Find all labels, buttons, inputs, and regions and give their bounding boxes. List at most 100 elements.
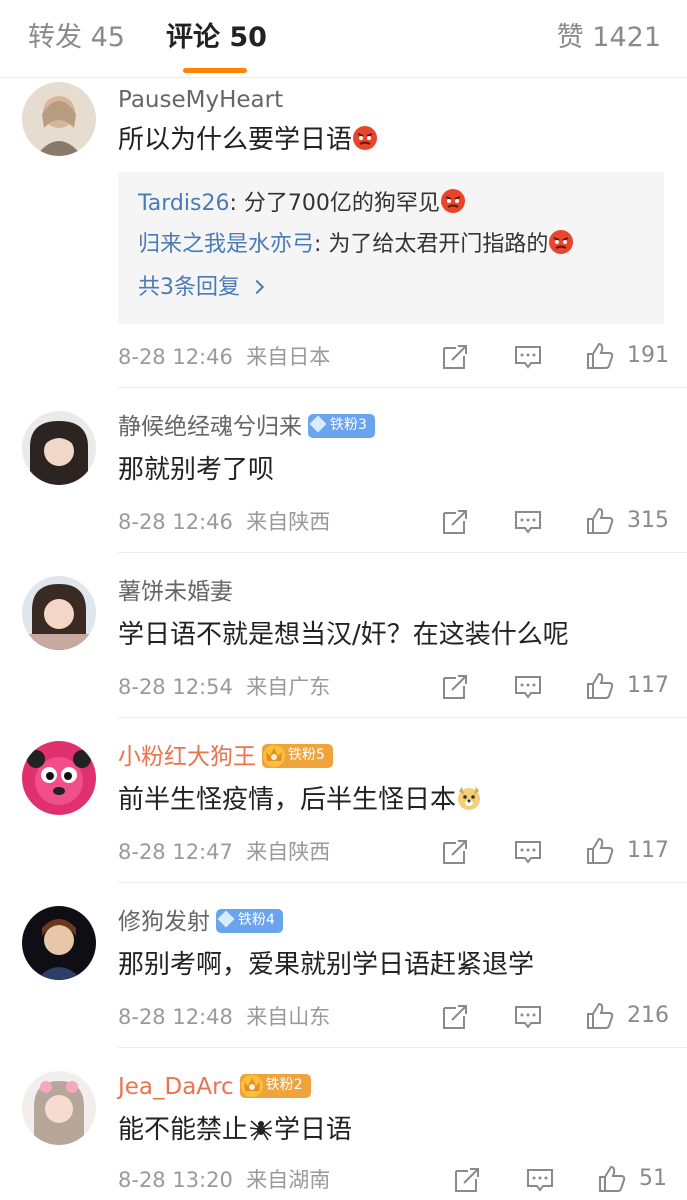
comment-text: 那就别考了呗 — [118, 455, 275, 485]
reply-button[interactable] — [525, 1165, 555, 1195]
fan-badge: 铁粉3 — [308, 413, 375, 438]
thumbs-up-icon — [587, 672, 614, 699]
tab-like[interactable]: 赞 1421 — [557, 20, 661, 56]
angry-face-emoji-icon — [352, 125, 378, 151]
avatar[interactable] — [22, 82, 96, 156]
reply-button[interactable] — [513, 672, 543, 702]
thumbs-up-icon — [599, 1165, 626, 1192]
repost-button[interactable] — [440, 342, 470, 372]
comment-divider — [118, 717, 687, 718]
comment-meta: 8-28 12:46 来自日本 — [118, 342, 330, 372]
reply-line: 归来之我是水亦弓: 为了给太君开门指路的 — [138, 229, 574, 261]
diamond-icon — [309, 415, 327, 432]
like-button[interactable]: 117 — [585, 670, 669, 702]
avatar[interactable] — [22, 741, 96, 815]
username[interactable]: 静候绝经魂兮归来 铁粉3 — [118, 412, 375, 442]
reply-text: 分了700亿的狗罕见 — [243, 191, 440, 216]
share-icon — [443, 1005, 467, 1029]
share-icon — [443, 510, 467, 534]
like-count: 117 — [627, 673, 669, 698]
comment-time: 8-28 13:20 — [118, 1168, 233, 1192]
reply-username[interactable]: Tardis26 — [138, 191, 229, 216]
comment-location: 来自山东 — [246, 1005, 331, 1029]
comment-text: 能不能禁止 学日语 — [118, 1115, 353, 1145]
tab-repost[interactable]: 转发 45 — [28, 20, 125, 56]
repost-button[interactable] — [440, 672, 470, 702]
username[interactable]: Jea_DaArc 铁粉2 — [118, 1072, 311, 1102]
reply-button[interactable] — [513, 837, 543, 867]
crown-icon — [263, 744, 285, 767]
share-icon — [443, 675, 467, 699]
avatar[interactable] — [22, 906, 96, 980]
thumbs-up-icon — [587, 507, 614, 534]
comment-time: 8-28 12:46 — [118, 345, 233, 369]
more-replies-link[interactable]: 共3条回复 — [138, 272, 265, 304]
comment-text: 学日语不就是想当汉/奸？在这装什么呢 — [118, 620, 569, 650]
comment-divider — [118, 882, 687, 883]
comment-meta: 8-28 12:54 来自广东 — [118, 672, 330, 702]
angry-face-emoji-icon — [548, 229, 574, 255]
comment-icon — [515, 346, 541, 369]
comment-location: 来自陕西 — [246, 510, 331, 534]
fan-badge: 铁粉4 — [216, 908, 283, 933]
share-icon — [443, 345, 467, 369]
comment-tabs: 转发 45 评论 50 赞 1421 — [0, 0, 687, 78]
doge-emoji-icon — [456, 785, 482, 811]
comment-divider — [118, 552, 687, 553]
avatar[interactable] — [22, 576, 96, 650]
like-button[interactable]: 191 — [585, 340, 669, 372]
comment-meta: 8-28 12:47 来自陕西 — [118, 837, 330, 867]
like-button[interactable]: 315 — [585, 505, 669, 537]
thumbs-up-icon — [587, 837, 614, 864]
like-count: 315 — [627, 508, 669, 533]
username[interactable]: 薯饼未婚妻 — [118, 577, 233, 607]
avatar[interactable] — [22, 1071, 96, 1145]
fan-badge: 铁粉2 — [239, 1073, 311, 1098]
comment-icon — [515, 511, 541, 534]
comment-time: 8-28 12:48 — [118, 1005, 233, 1029]
comment-time: 8-28 12:54 — [118, 675, 233, 699]
username[interactable]: PauseMyHeart — [118, 85, 283, 115]
repost-button[interactable] — [440, 1002, 470, 1032]
reply-preview-box[interactable]: Tardis26: 分了700亿的狗罕见 归来之我是水亦弓: 为了给太君开门指路… — [118, 172, 664, 324]
reply-text: 为了给太君开门指路的 — [328, 232, 549, 257]
comment-meta: 8-28 13:20 来自湖南 — [118, 1165, 330, 1195]
reply-button[interactable] — [513, 342, 543, 372]
avatar[interactable] — [22, 411, 96, 485]
repost-button[interactable] — [452, 1165, 482, 1195]
comment-meta: 8-28 12:46 来自陕西 — [118, 507, 330, 537]
username[interactable]: 修狗发射 铁粉4 — [118, 907, 283, 937]
chevron-right-icon — [249, 279, 265, 295]
comment-time: 8-28 12:47 — [118, 840, 233, 864]
comment-text: 前半生怪疫情，后半生怪日本 — [118, 782, 482, 818]
thumbs-up-icon — [587, 342, 614, 369]
comment-location: 来自陕西 — [246, 840, 331, 864]
like-button[interactable]: 117 — [585, 835, 669, 867]
reply-line: Tardis26: 分了700亿的狗罕见 — [138, 188, 466, 220]
reply-username[interactable]: 归来之我是水亦弓 — [138, 232, 314, 257]
comment-location: 来自广东 — [246, 675, 331, 699]
share-icon — [443, 840, 467, 864]
like-button[interactable]: 216 — [585, 1000, 669, 1032]
repost-button[interactable] — [440, 837, 470, 867]
comment-text-content: 所以为什么要学日语 — [118, 125, 353, 155]
reply-button[interactable] — [513, 507, 543, 537]
like-count: 117 — [627, 838, 669, 863]
angry-face-emoji-icon — [440, 188, 466, 214]
comment-location: 来自湖南 — [246, 1168, 331, 1192]
comment-divider — [118, 1047, 687, 1048]
like-button[interactable]: 51 — [597, 1163, 667, 1195]
crown-icon — [240, 1074, 263, 1097]
comment-meta: 8-28 12:48 来自山东 — [118, 1002, 330, 1032]
comment-location: 来自日本 — [246, 345, 331, 369]
spider-emoji-icon — [248, 1115, 274, 1141]
reply-button[interactable] — [513, 1002, 543, 1032]
share-icon — [455, 1168, 479, 1192]
repost-button[interactable] — [440, 507, 470, 537]
fan-badge: 铁粉5 — [262, 743, 333, 768]
like-count: 51 — [639, 1166, 667, 1191]
username[interactable]: 小粉红大狗王 铁粉5 — [118, 742, 333, 772]
comment-icon — [515, 841, 541, 864]
comment-divider — [118, 387, 687, 388]
tab-comment[interactable]: 评论 50 — [166, 20, 267, 56]
